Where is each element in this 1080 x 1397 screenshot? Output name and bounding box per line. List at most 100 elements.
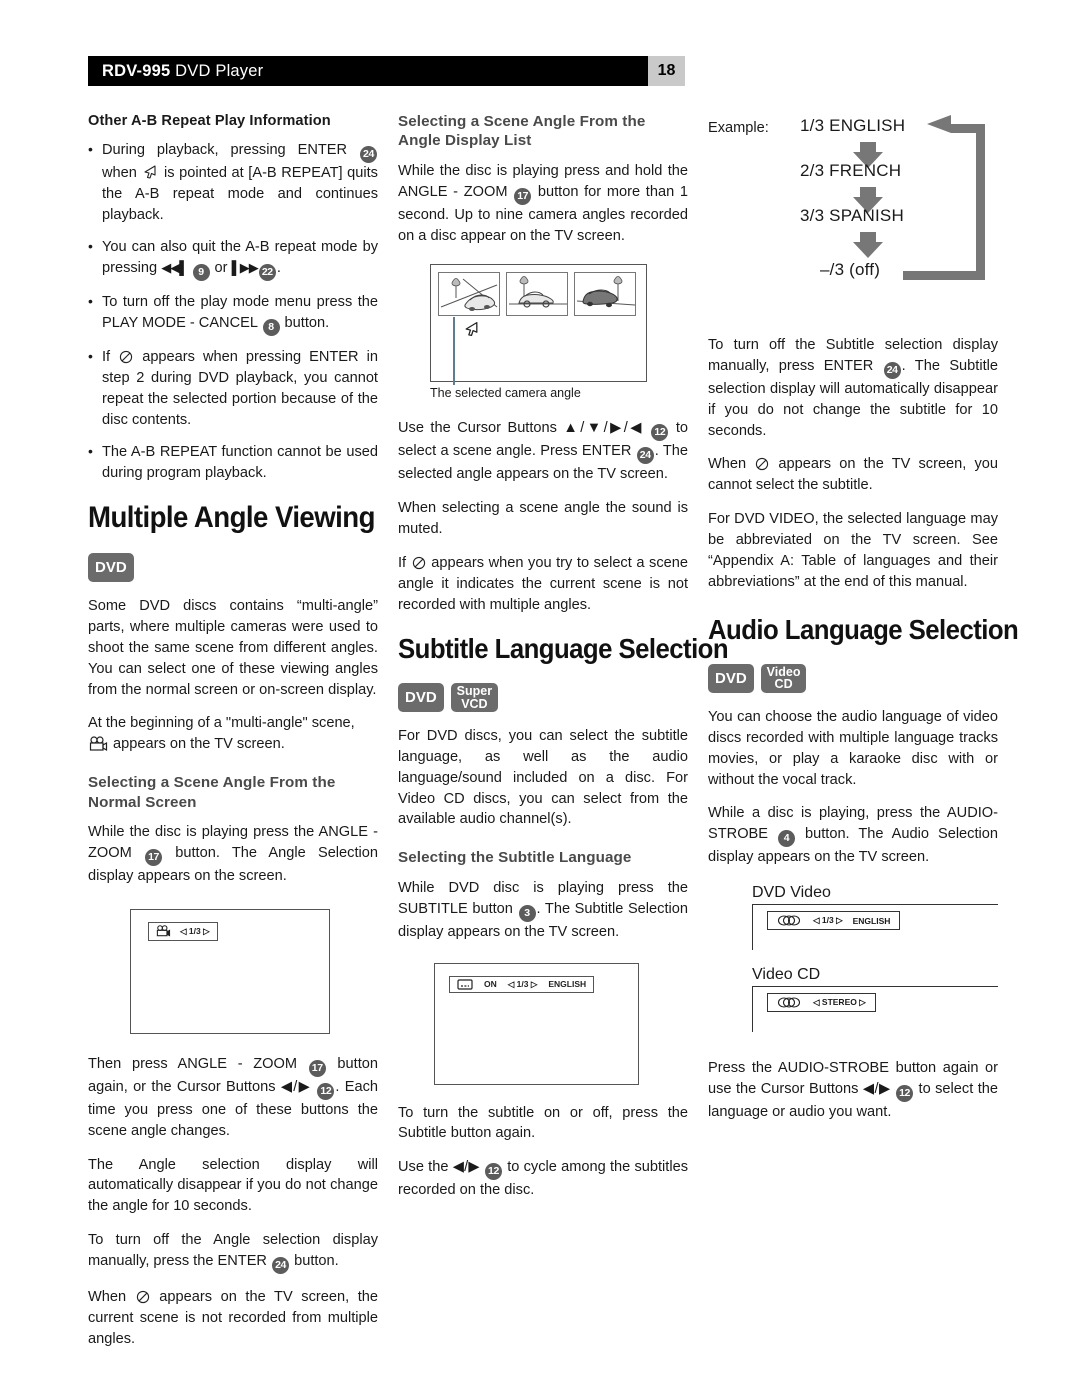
column-right: Example: 1/3 ENGLISH 2/3 FRENCH 3/3 SPAN…	[708, 112, 1019, 1136]
dvd-badge: DVD	[88, 553, 134, 583]
button-ref-badge: 4	[778, 830, 795, 848]
camera-icon	[89, 736, 108, 752]
button-ref-badge: 12	[317, 1082, 335, 1100]
section-title-audio-language-selection: Audio Language Selection	[708, 613, 1019, 645]
cursor-arrow-icon	[144, 165, 157, 179]
bullet-text: button.	[280, 314, 330, 331]
page-header-title: RDV-995 DVD Player	[88, 62, 263, 81]
dvd-video-osd-frame: ◁ 1/3 ▷ ENGLISH	[752, 904, 998, 951]
flow-step-3: 3/3 SPANISH	[800, 206, 904, 225]
osd-subtitle-selection: ON ◁ 1/3 ▷ ENGLISH	[449, 975, 595, 993]
flow-step-4: –/3 (off)	[820, 260, 881, 279]
bullet-text: when	[102, 164, 142, 181]
paragraph-angle-cycle: Then press ANGLE - ZOOM 17 button again,…	[88, 1054, 378, 1142]
paragraph-language-abbreviations: For DVD VIDEO, the selected language may…	[708, 511, 998, 590]
page-header-bar: RDV-995 DVD Player	[88, 56, 685, 86]
text-run: appears on the TV screen.	[109, 736, 285, 753]
button-ref-badge: 12	[651, 424, 669, 442]
cursor-arrow-icon	[465, 322, 478, 337]
osd-subtitle-language: ENGLISH	[548, 979, 587, 989]
dvd-video-label: DVD Video	[752, 884, 831, 902]
camera-icon	[156, 925, 171, 937]
paragraph-multi-angle-icon: At the beginning of a "multi-angle" scen…	[88, 713, 378, 755]
subtitle-language-flow-diagram: Example: 1/3 ENGLISH 2/3 FRENCH 3/3 SPAN…	[708, 112, 998, 327]
dvd-video-osd-figure: DVD Video ◁ 1/3 ▷ ENGLISH	[752, 884, 998, 951]
paragraph-audio-intro: You can choose the audio language of vid…	[708, 708, 998, 788]
button-ref-badge: 12	[896, 1085, 914, 1102]
paragraph-sound-muted: When selecting a scene angle the sound i…	[398, 500, 688, 538]
paragraph-angle-prohibited: When appears on the TV screen, the curre…	[88, 1287, 378, 1350]
paragraph-angle-manual-off: To turn off the Angle selection display …	[88, 1230, 378, 1274]
text-run: Then press ANGLE - ZOOM	[88, 1055, 308, 1072]
bullet-text: The A-B REPEAT function cannot be used d…	[102, 443, 378, 481]
paragraph-cursor-select-angle: Use the Cursor Buttons ▲/▼/▶/◀ 12 to sel…	[398, 418, 688, 485]
angle-thumbnail-3[interactable]	[574, 272, 636, 317]
angle-thumbnail-strip	[438, 272, 636, 317]
button-ref-badge: 24	[636, 447, 654, 465]
bullet-text: or	[210, 259, 232, 276]
osd-audio-language: ENGLISH	[852, 915, 891, 926]
button-ref-badge: 17	[514, 187, 532, 205]
subheading-angle-display-list: Selecting a Scene Angle From the Angle D…	[398, 113, 646, 150]
bullet-text: To turn off the play mode menu press the…	[102, 293, 378, 331]
text-run: If	[398, 555, 411, 572]
video-cd-osd-frame: ◁ STEREO ▷	[752, 986, 998, 1033]
button-ref-badge: 22	[258, 263, 276, 281]
video-cd-label: Video CD	[752, 966, 821, 984]
bullet-text: .	[276, 259, 281, 276]
list-item: The A-B REPEAT function cannot be used d…	[88, 441, 378, 484]
osd-angle-selection: ◁ 1/3 ▷	[148, 921, 218, 941]
tv-screen-subtitle-figure: ON ◁ 1/3 ▷ ENGLISH	[434, 962, 639, 1085]
angle-thumbnail-2[interactable]	[506, 272, 568, 317]
paragraph-audio-cycle: Press the AUDIO-STROBE button again or u…	[708, 1058, 998, 1123]
audio-icon	[777, 997, 801, 1008]
osd-audio-vcd: ◁ STEREO ▷	[767, 993, 876, 1013]
osd-audio-value: ◁ 1/3 ▷	[813, 915, 843, 926]
disc-badge-row: DVD Super VCD	[398, 683, 688, 713]
super-vcd-badge: Super VCD	[450, 683, 499, 713]
text-run: At the beginning of a "multi-angle" scen…	[88, 715, 355, 732]
subheading-normal-screen: Selecting a Scene Angle From the Normal …	[88, 774, 336, 811]
paragraph-subtitle-intro: For DVD discs, you can select the subtit…	[398, 728, 688, 828]
button-ref-badge: 9	[192, 263, 210, 281]
bullet-text: If	[102, 348, 119, 365]
video-cd-badge: Video CD	[760, 663, 807, 693]
text-run: appears when you try to select a scene a…	[398, 555, 688, 613]
list-item: You can also quit the A-B repeat mode by…	[88, 236, 378, 281]
section-title-subtitle-language-selection: Subtitle Language Selection	[398, 632, 729, 664]
model-name: RDV-995	[102, 61, 171, 80]
paragraph-multi-angle-intro: Some DVD discs contains “multi-angle” pa…	[88, 598, 378, 698]
list-item: During playback, pressing ENTER 24 when …	[88, 139, 378, 226]
angle-thumbnail-1[interactable]	[438, 272, 500, 317]
text-run: When	[708, 456, 755, 473]
text-run: button.	[290, 1252, 339, 1269]
paragraph-hold-angle-zoom: While the disc is playing press and hold…	[398, 161, 688, 247]
paragraph-subtitle-manual-off: To turn off the Subtitle selection displ…	[708, 335, 998, 441]
button-ref-badge: 17	[308, 1059, 326, 1077]
subheading-selecting-subtitle-language: Selecting the Subtitle Language	[398, 849, 632, 867]
audio-icon	[777, 915, 801, 926]
prev-track-icon: ◀◀▌	[161, 259, 188, 275]
product-name: DVD Player	[170, 61, 264, 80]
button-ref-badge: 3	[518, 904, 536, 922]
osd-audio-dvd: ◁ 1/3 ▷ ENGLISH	[767, 911, 901, 931]
text-run: Use the Cursor Buttons ▲/▼/▶/◀	[398, 420, 651, 437]
paragraph-subtitle-toggle: To turn the subtitle on or off, press th…	[398, 1104, 688, 1142]
osd-audio-value: ◁ STEREO ▷	[813, 997, 866, 1008]
prohibited-icon	[136, 1290, 149, 1304]
angle-list-figure: The selected camera angle	[430, 264, 688, 400]
dvd-badge: DVD	[708, 663, 754, 693]
dvd-badge: DVD	[398, 683, 444, 713]
disc-badge-row: DVD	[88, 553, 378, 583]
video-cd-osd-figure: Video CD ◁ STEREO ▷	[752, 966, 998, 1033]
paragraph-press-subtitle: While DVD disc is playing press the SUBT…	[398, 878, 688, 943]
text-run: Use the ◀/▶	[398, 1159, 484, 1176]
next-track-icon: ▌▶▶	[231, 259, 259, 275]
button-ref-badge: 24	[883, 361, 901, 379]
button-ref-badge: 17	[145, 848, 163, 866]
column-left: Other A-B Repeat Play Information During…	[88, 112, 378, 1363]
paragraph-subtitle-prohibited: When appears on the TV screen, you canno…	[708, 454, 998, 496]
paragraph-angle-not-recorded: If appears when you try to select a scen…	[398, 553, 688, 616]
bullet-text: During playback, pressing ENTER	[102, 141, 359, 158]
osd-subtitle-state: ON	[484, 979, 497, 989]
